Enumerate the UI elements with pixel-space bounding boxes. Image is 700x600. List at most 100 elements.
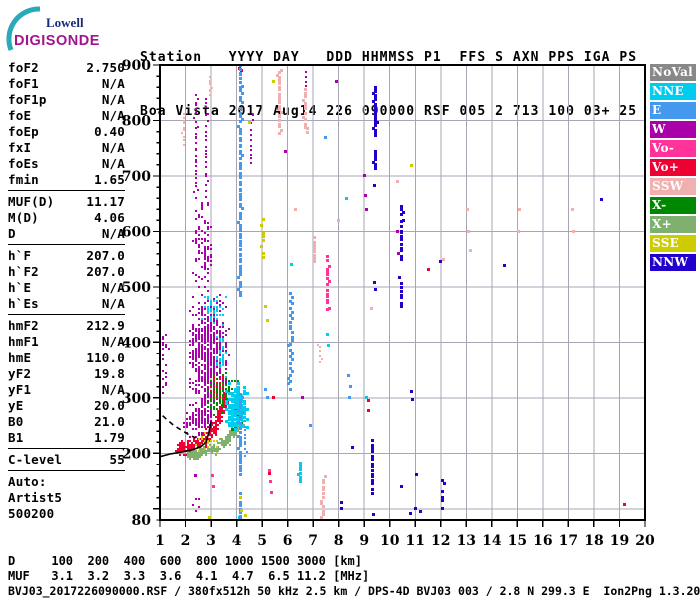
echo-point (239, 393, 242, 396)
logo-text-lowell: Lowell (46, 15, 84, 30)
echo-point (201, 404, 203, 406)
echo-point (201, 372, 203, 374)
echo-point (239, 137, 242, 140)
echo-point (219, 358, 221, 360)
footer-block: D 100 200 400 600 800 1000 1500 3000 [km… (8, 554, 700, 599)
echo-point (289, 307, 292, 310)
echo-point (201, 346, 203, 348)
echo-point (219, 342, 221, 344)
echo-point (192, 340, 194, 342)
echo-point (374, 288, 377, 291)
echo-point (280, 69, 283, 72)
echo-point (189, 422, 191, 424)
echo-point (207, 258, 209, 260)
echo-point (219, 354, 221, 356)
echo-point (192, 362, 194, 364)
muf-values-row: MUF 3.1 3.2 3.3 3.6 4.1 4.7 6.5 11.2 [MH… (8, 569, 370, 583)
echo-point (210, 356, 212, 358)
echo-point (205, 98, 207, 100)
echo-point (215, 422, 217, 424)
echo-point (219, 310, 221, 312)
echo-point (195, 238, 197, 240)
echo-point (503, 264, 506, 267)
echo-point (219, 416, 221, 418)
echo-point (228, 398, 231, 401)
echo-point (237, 288, 240, 291)
echo-point (165, 344, 167, 346)
echo-point (216, 322, 218, 324)
echo-point (228, 410, 231, 413)
echo-point (225, 346, 227, 348)
echo-point (195, 240, 197, 242)
echo-point (216, 300, 218, 302)
echo-point (225, 402, 228, 405)
echo-point (222, 396, 224, 398)
echo-point (201, 318, 203, 320)
echo-point (225, 344, 227, 346)
echo-point (228, 406, 231, 409)
echo-point (195, 165, 197, 167)
echo-point (205, 175, 207, 177)
echo-point (204, 296, 206, 298)
echo-point (207, 368, 209, 370)
echo-point (195, 328, 197, 330)
echo-point (183, 120, 185, 122)
echo-point (371, 488, 374, 491)
echo-point (221, 440, 223, 442)
echo-point (198, 250, 200, 252)
echo-point (291, 352, 294, 355)
echo-point (198, 286, 200, 288)
echo-point (192, 418, 194, 420)
echo-point (278, 79, 281, 82)
echo-point (216, 440, 218, 442)
echo-point (198, 410, 200, 412)
echo-point (189, 356, 191, 358)
echo-point (264, 305, 267, 308)
echo-point (400, 302, 403, 305)
parameter-row: h`F 207.0 (8, 248, 125, 264)
echo-point (198, 216, 200, 218)
echo-point (177, 450, 179, 452)
echo-point (195, 380, 197, 382)
echo-point (207, 364, 209, 366)
echo-point (205, 161, 207, 163)
echo-point (223, 410, 225, 412)
echo-point (205, 102, 207, 104)
echo-point (237, 447, 240, 450)
echo-point (205, 125, 207, 127)
echo-point (198, 408, 200, 410)
echo-point (204, 246, 206, 248)
echo-point (231, 388, 233, 390)
echo-point (371, 450, 374, 453)
echo-point (239, 162, 242, 165)
echo-point (234, 428, 237, 431)
echo-point (337, 219, 340, 222)
echo-point (219, 396, 221, 398)
echo-point (216, 338, 218, 340)
echo-point (195, 136, 197, 138)
echo-point (222, 338, 224, 340)
echo-point (229, 432, 231, 434)
echo-point (183, 444, 185, 446)
echo-point (289, 367, 292, 370)
echo-point (269, 480, 272, 483)
echo-point (201, 208, 203, 210)
echo-point (195, 242, 197, 244)
echo-point (195, 356, 197, 358)
echo-point (209, 438, 211, 440)
echo-point (225, 378, 227, 380)
echo-point (210, 408, 212, 410)
echo-point (469, 249, 472, 252)
echo-point (210, 322, 212, 324)
echo-point (207, 422, 209, 424)
parameter-label: hmF2 (8, 318, 39, 333)
echo-point (225, 406, 227, 408)
echo-point (213, 422, 215, 424)
echo-point (195, 155, 197, 157)
echo-point (198, 366, 200, 368)
echo-point (211, 474, 214, 477)
echo-point (322, 479, 325, 482)
echo-point (201, 438, 203, 440)
echo-point (213, 334, 215, 336)
echo-point (197, 98, 199, 100)
